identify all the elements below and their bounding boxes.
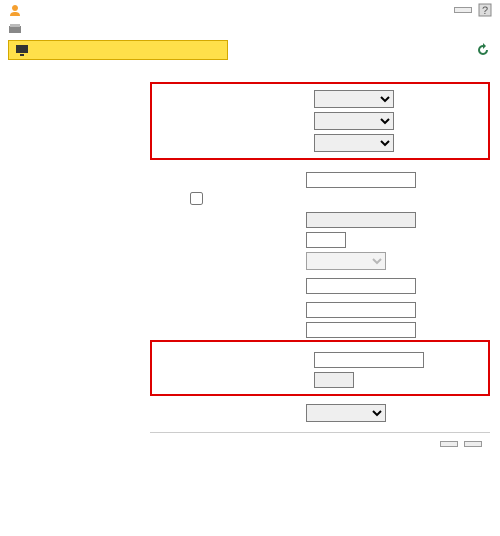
npr-name-input[interactable] <box>314 352 424 368</box>
refresh-icon[interactable] <box>476 43 490 57</box>
svg-text:?: ? <box>482 5 488 17</box>
bindery-nds-select <box>306 252 386 270</box>
ndsctx-input[interactable] <box>306 302 416 318</box>
pw-change-row <box>150 192 300 208</box>
help-icon[interactable]: ? <box>478 3 492 17</box>
pw-input <box>306 212 416 228</box>
poll-input[interactable] <box>306 232 346 248</box>
psv-name-input[interactable] <box>306 172 416 188</box>
scanner-icon <box>8 22 22 36</box>
admin-icon <box>8 3 22 17</box>
cancel-button[interactable] <box>464 441 482 447</box>
logout-button[interactable] <box>454 7 472 13</box>
nprinter-section <box>150 340 490 396</box>
frame-select[interactable] <box>314 112 394 130</box>
npr-no-input <box>314 372 354 388</box>
ipx-select[interactable] <box>314 90 394 108</box>
ndstree-input[interactable] <box>306 322 416 338</box>
fsv-input[interactable] <box>306 278 416 294</box>
panel-mode-bar <box>8 40 228 60</box>
ok-button[interactable] <box>440 441 458 447</box>
ipx-section <box>150 82 490 160</box>
monitor-icon <box>15 43 29 57</box>
mode-select[interactable] <box>314 134 394 152</box>
pw-change-checkbox[interactable] <box>190 192 203 205</box>
auth-select[interactable] <box>306 404 386 422</box>
